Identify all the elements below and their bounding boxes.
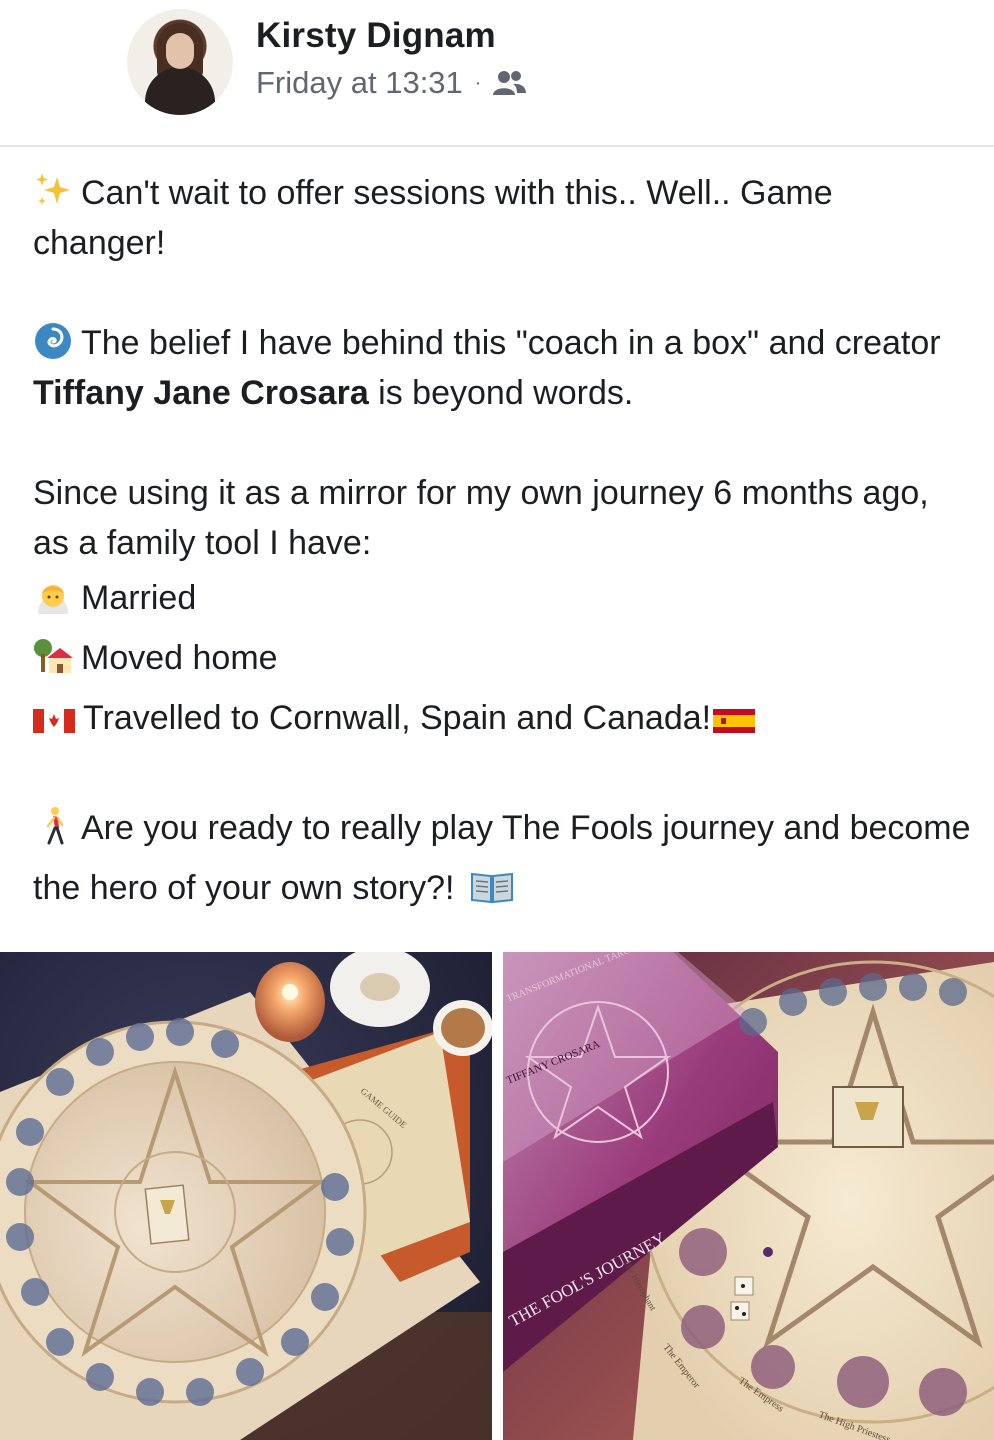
house-with-garden-icon [34, 639, 73, 673]
friends-icon[interactable] [491, 68, 527, 98]
photo-left[interactable]: GAME GUIDE [0, 952, 492, 1440]
list-item-label: Travelled to Cornwall, Spain and Canada! [83, 699, 712, 737]
list-item: Married [33, 568, 973, 628]
bride-icon [38, 585, 68, 614]
list-item-label: Moved home [81, 639, 278, 677]
person-walking-icon [46, 807, 64, 845]
post-text-1: Can't wait to offer sessions with this..… [33, 174, 833, 262]
canada-flag-icon [33, 709, 75, 733]
game-box-photo-right: THE FOOL'S JOURNEY TIFFANY CROSARA TRANS… [503, 952, 994, 1440]
post-line-1: Can't wait to offer sessions with this..… [33, 168, 973, 268]
post-line-4: Are you ready to really play The Fools j… [33, 798, 973, 918]
post-body: Can't wait to offer sessions with this..… [33, 168, 973, 918]
open-book-icon [470, 872, 513, 904]
list-item: Travelled to Cornwall, Spain and Canada! [33, 688, 973, 748]
tagged-creator[interactable]: Tiffany Jane Crosara [33, 374, 369, 412]
header-divider [0, 145, 994, 147]
separator: · [474, 71, 482, 94]
post-photos: GAME GUIDE THE FOOL'S JOURNEY TIFFANY CR… [0, 952, 994, 1440]
spain-flag-icon [713, 709, 756, 733]
post-header: Kirsty Dignam Friday at 13:31 · [0, 0, 994, 145]
post-line-3: Since using it as a mirror for my own jo… [33, 474, 929, 562]
list-item: Moved home [33, 628, 973, 688]
list-item-label: Married [81, 579, 197, 617]
post-meta: Friday at 13:31 · [256, 65, 527, 101]
sparkles-icon [36, 173, 70, 205]
post-text-2a: The belief I have behind this "coach in … [81, 324, 941, 362]
cyclone-icon [35, 323, 71, 359]
timestamp[interactable]: Friday at 13:31 [256, 65, 463, 101]
post-text-2b: is beyond words. [368, 374, 634, 412]
author-name[interactable]: Kirsty Dignam [256, 16, 496, 56]
photo-right[interactable]: THE FOOL'S JOURNEY TIFFANY CROSARA TRANS… [503, 952, 994, 1440]
avatar[interactable] [127, 9, 233, 115]
game-board-photo-left: GAME GUIDE [0, 952, 492, 1440]
post-line-2: The belief I have behind this "coach in … [33, 318, 973, 418]
